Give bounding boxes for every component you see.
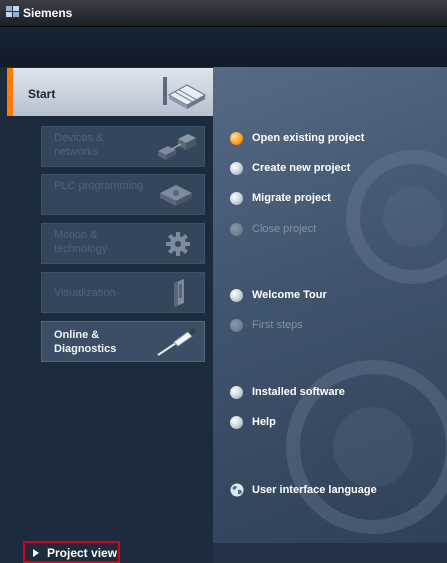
project-view-button[interactable]: Project view: [23, 541, 120, 563]
portal-label: Visualization: [54, 287, 116, 299]
portal-plc-programming[interactable]: PLC programming: [41, 174, 205, 215]
action-label: Open existing project: [252, 132, 365, 144]
action-label: Create new project: [252, 162, 351, 174]
bullet-icon: [230, 416, 243, 429]
portal-online-diagnostics[interactable]: Online & Diagnostics: [41, 321, 205, 362]
portal-visualization[interactable]: Visualization: [41, 272, 205, 313]
triangle-right-icon: [33, 549, 39, 557]
siemens-app-icon: [6, 6, 19, 17]
visualization-panel-icon: [174, 279, 184, 307]
plc-programming-icon: [160, 185, 192, 206]
diagnostics-probe-icon: [157, 328, 196, 356]
bullet-icon: [230, 223, 243, 236]
action-label: First steps: [252, 319, 303, 331]
action-label: Welcome Tour: [252, 289, 327, 301]
active-tab-indicator: [7, 68, 13, 116]
start-portal-icon: [163, 77, 207, 109]
devices-networks-icon: [158, 134, 196, 160]
header-banner: [0, 27, 447, 67]
portal-label: PLC programming: [54, 180, 144, 192]
content-footer-strip: [213, 543, 447, 563]
start-portal-tab[interactable]: Start: [7, 68, 213, 116]
orange-bullet-icon: [230, 132, 243, 145]
action-label: Close project: [252, 223, 317, 235]
bullet-icon: [230, 192, 243, 205]
portal-motion-technology[interactable]: Motion & technology: [41, 223, 205, 264]
portal-label: Motion & technology: [54, 229, 108, 255]
action-label: Installed software: [252, 386, 345, 398]
action-label: User interface language: [252, 484, 377, 496]
action-label: Migrate project: [252, 192, 331, 204]
bullet-icon: [230, 319, 243, 332]
action-label: Help: [252, 416, 276, 428]
motion-gear-icon: [166, 232, 190, 256]
start-label: Start: [28, 87, 56, 101]
window-title: Siemens: [23, 6, 73, 20]
globe-icon: [230, 483, 244, 497]
bullet-icon: [230, 289, 243, 302]
bullet-icon: [230, 386, 243, 399]
title-bar: Siemens: [0, 0, 447, 27]
portal-label: Online & Diagnostics: [54, 329, 117, 355]
portal-devices-networks[interactable]: Devices & networks: [41, 126, 205, 167]
bullet-icon: [230, 162, 243, 175]
project-view-label: Project view: [47, 546, 118, 560]
portal-label: Devices & networks: [54, 132, 104, 158]
